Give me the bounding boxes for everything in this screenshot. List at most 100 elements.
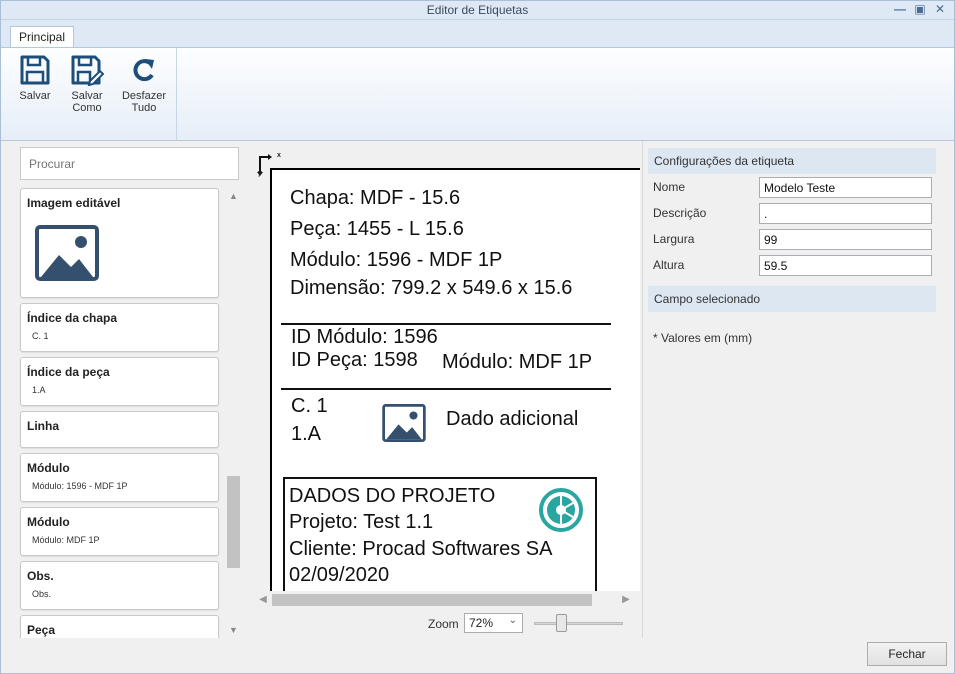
- save-as-label-1: Salvar: [71, 90, 103, 102]
- name-label: Nome: [653, 180, 686, 194]
- ribbon-group-file: Salvar Salvar Como Desfazer Tudo: [9, 48, 177, 141]
- canvas-horizontal-scrollbar[interactable]: ◀ ▶: [247, 591, 641, 609]
- undo-all-icon: [133, 59, 154, 82]
- list-item-modulo-full[interactable]: Módulo Módulo: 1596 - MDF 1P: [20, 453, 219, 502]
- image-icon[interactable]: [382, 404, 426, 442]
- project-client: Cliente: Procad Softwares SA: [289, 538, 553, 560]
- label-canvas[interactable]: x y Chapa: MDF - 15.6 Peça: 1455 - L 15.…: [247, 141, 641, 591]
- label-field-indice-chapa[interactable]: C. 1: [291, 395, 328, 418]
- zoom-label: Zoom: [428, 617, 459, 631]
- name-field[interactable]: [759, 177, 932, 198]
- selected-field-header: Campo selecionado: [648, 286, 936, 312]
- description-field[interactable]: [759, 203, 932, 224]
- height-label: Altura: [653, 258, 685, 272]
- minimize-icon[interactable]: —: [892, 2, 908, 17]
- project-title: DADOS DO PROJETO: [289, 485, 496, 507]
- field-list: Imagem editável Índice da chapa C. 1 Índ…: [19, 188, 220, 638]
- label-field-chapa[interactable]: Chapa: MDF - 15.6: [290, 187, 460, 210]
- scroll-up-icon[interactable]: ▲: [225, 188, 242, 204]
- list-item-imagem-editavel[interactable]: Imagem editável: [20, 188, 219, 298]
- scroll-thumb[interactable]: [227, 476, 240, 568]
- list-item-subtitle: Módulo: MDF 1P: [32, 535, 100, 545]
- list-item-linha[interactable]: Linha: [20, 411, 219, 448]
- title-bar: Editor de Etiquetas — ▣ ✕: [1, 1, 954, 20]
- description-label: Descrição: [653, 206, 707, 220]
- zoom-select[interactable]: 72% ⌄: [464, 613, 523, 633]
- zoom-slider-track[interactable]: [534, 622, 623, 625]
- list-item-indice-peca[interactable]: Índice da peça 1.A: [20, 357, 219, 406]
- company-logo-icon: [539, 488, 583, 532]
- project-name: Projeto: Test 1.1: [289, 511, 434, 533]
- image-icon: [35, 225, 99, 281]
- app-window: Editor de Etiquetas — ▣ ✕ Principal Salv…: [0, 0, 955, 674]
- close-icon[interactable]: ✕: [932, 2, 948, 17]
- label-field-indice-peca[interactable]: 1.A: [291, 423, 321, 446]
- scroll-thumb[interactable]: [272, 594, 592, 606]
- undo-all-label-1: Desfazer: [121, 90, 167, 102]
- search-input[interactable]: [20, 147, 239, 180]
- chevron-down-icon: ⌄: [508, 615, 517, 626]
- zoom-value: 72%: [469, 616, 494, 630]
- list-item-subtitle: 1.A: [32, 385, 46, 395]
- save-as-button[interactable]: Salvar Como: [63, 54, 111, 114]
- list-item-subtitle: C. 1: [32, 331, 49, 341]
- label-field-id-modulo[interactable]: ID Módulo: 1596: [291, 326, 438, 349]
- restore-icon[interactable]: ▣: [912, 2, 928, 17]
- label-editor: x y Chapa: MDF - 15.6 Peça: 1455 - L 15.…: [247, 141, 641, 638]
- list-item-title: Peça: [27, 623, 56, 637]
- list-item-subtitle: Módulo: 1596 - MDF 1P: [32, 481, 128, 491]
- label-config-header: Configurações da etiqueta: [648, 148, 936, 174]
- list-item-title: Imagem editável: [27, 196, 121, 210]
- list-item-title: Módulo: [27, 461, 70, 475]
- list-item-indice-chapa[interactable]: Índice da chapa C. 1: [20, 303, 219, 352]
- window-controls: — ▣ ✕: [892, 2, 948, 17]
- save-as-icon: [71, 55, 104, 86]
- list-item-peca[interactable]: Peça: [20, 615, 219, 638]
- list-item-title: Índice da peça: [27, 365, 110, 379]
- scroll-right-icon[interactable]: ▶: [618, 591, 634, 609]
- list-item-title: Linha: [27, 419, 59, 433]
- undo-all-button[interactable]: Desfazer Tudo: [117, 54, 171, 114]
- list-item-title: Índice da chapa: [27, 311, 118, 325]
- axis-y-label: y: [258, 170, 262, 177]
- fields-panel: Imagem editável Índice da chapa C. 1 Índ…: [9, 141, 247, 638]
- width-field[interactable]: [759, 229, 932, 250]
- list-item-modulo-short[interactable]: Módulo Módulo: MDF 1P: [20, 507, 219, 556]
- ribbon-tab-strip: Principal: [1, 20, 954, 48]
- scroll-left-icon[interactable]: ◀: [255, 591, 271, 609]
- save-button-label: Salvar: [19, 90, 51, 102]
- save-icon: [20, 55, 50, 85]
- list-item-subtitle: Obs.: [32, 589, 52, 599]
- label-line-1[interactable]: [281, 323, 611, 325]
- axis-x-label: x: [277, 152, 281, 159]
- properties-panel: Configurações da etiqueta Nome Descrição…: [642, 141, 945, 638]
- project-date: 02/09/2020: [289, 564, 390, 586]
- footer: Fechar: [1, 638, 954, 673]
- ribbon: Salvar Salvar Como Desfazer Tudo: [1, 47, 954, 141]
- label-field-dimensao[interactable]: Dimensão: 799.2 x 549.6 x 15.6: [290, 277, 572, 300]
- label-field-id-peca[interactable]: ID Peça: 1598: [291, 349, 418, 372]
- list-item-title: Obs.: [27, 569, 54, 583]
- units-note: * Valores em (mm): [653, 331, 753, 345]
- height-field[interactable]: [759, 255, 932, 276]
- label-field-modulo-short[interactable]: Módulo: MDF 1P: [442, 351, 592, 374]
- zoom-controls: Zoom 72% ⌄: [247, 611, 641, 635]
- zoom-slider-thumb[interactable]: [556, 614, 567, 632]
- list-item-obs[interactable]: Obs. Obs.: [20, 561, 219, 610]
- scroll-down-icon[interactable]: ▼: [225, 622, 242, 638]
- tab-principal[interactable]: Principal: [10, 26, 74, 48]
- close-button[interactable]: Fechar: [867, 642, 947, 666]
- label-field-peca[interactable]: Peça: 1455 - L 15.6: [290, 218, 464, 241]
- save-button[interactable]: Salvar: [13, 54, 57, 102]
- window-title: Editor de Etiquetas: [426, 3, 529, 17]
- undo-all-label-2: Tudo: [131, 102, 157, 114]
- label-preview[interactable]: Chapa: MDF - 15.6 Peça: 1455 - L 15.6 Mó…: [270, 168, 640, 591]
- label-line-2[interactable]: [281, 388, 611, 390]
- label-field-dado-adicional[interactable]: Dado adicional: [446, 408, 578, 431]
- field-list-scrollbar[interactable]: ▲ ▼: [225, 188, 242, 638]
- project-data-box[interactable]: DADOS DO PROJETO Projeto: Test 1.1 Clien…: [283, 477, 597, 591]
- width-label: Largura: [653, 232, 695, 246]
- save-as-label-2: Como: [72, 102, 102, 114]
- list-item-title: Módulo: [27, 515, 70, 529]
- label-field-modulo[interactable]: Módulo: 1596 - MDF 1P: [290, 249, 502, 272]
